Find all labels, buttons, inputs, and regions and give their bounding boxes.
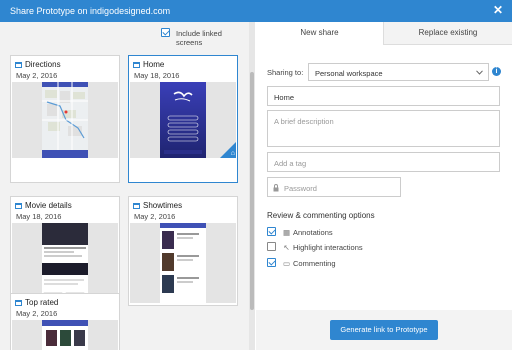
screens-panel: Include linked screens Directions May 2,… (0, 22, 255, 350)
tab-new-share[interactable]: New share (256, 22, 384, 45)
screen-card-directions[interactable]: Directions May 2, 2016 (10, 55, 120, 183)
include-linked-label: Include linked screens (176, 29, 222, 47)
screen-date: May 2, 2016 (16, 309, 58, 318)
password-input[interactable]: Password (267, 177, 401, 197)
screen-card-showtimes[interactable]: Showtimes May 2, 2016 (128, 196, 238, 306)
home-icon: ⌂ (230, 150, 235, 157)
sharing-to-label: Sharing to: (267, 68, 304, 77)
close-icon[interactable]: ✕ (493, 4, 503, 16)
top-rated-thumbnail-image (42, 320, 88, 350)
review-options-title: Review & commenting options (267, 211, 375, 220)
screen-thumbnail: ⌂ (130, 82, 236, 158)
screen-thumbnail (130, 223, 236, 303)
lock-icon (273, 184, 279, 192)
page-icon (15, 300, 22, 306)
home-thumbnail-image (160, 82, 206, 158)
pointer-icon: ↖ (283, 243, 290, 252)
commenting-checkbox[interactable] (267, 258, 276, 267)
highlight-checkbox[interactable] (267, 242, 276, 251)
screen-date: May 2, 2016 (134, 212, 176, 221)
share-footer: Generate link to Prototype (256, 310, 512, 350)
workspace-select[interactable]: Personal workspace (308, 63, 489, 81)
screens-toolbar: Include linked screens (0, 22, 249, 47)
workspace-value: Personal workspace (315, 69, 383, 78)
scrollbar-thumb[interactable] (250, 72, 254, 310)
screen-title: Showtimes (143, 201, 183, 210)
highlight-label: Highlight interactions (293, 243, 363, 252)
screen-card-home[interactable]: Home May 18, 2016 ⌂ (128, 55, 238, 183)
page-icon (15, 203, 22, 209)
screen-thumbnail (12, 223, 118, 303)
password-placeholder: Password (284, 184, 317, 193)
screen-thumbnail (12, 82, 118, 158)
option-commenting[interactable]: ▭ Commenting (267, 258, 336, 268)
screens-scrollbar[interactable] (249, 22, 255, 350)
page-icon (133, 203, 140, 209)
commenting-label: Commenting (293, 259, 336, 268)
option-highlight-interactions[interactable]: ↖ Highlight interactions (267, 242, 363, 252)
screen-title: Home (143, 60, 165, 69)
screen-title: Directions (25, 60, 61, 69)
annotations-label: Annotations (293, 228, 333, 237)
movie-details-thumbnail-image (42, 223, 88, 303)
generate-link-button[interactable]: Generate link to Prototype (330, 320, 438, 340)
screen-date: May 18, 2016 (16, 212, 62, 221)
comment-icon: ▭ (282, 259, 291, 268)
share-tabs: New share Replace existing (256, 22, 512, 45)
map-thumbnail-image (42, 82, 88, 158)
share-panel: New share Replace existing Sharing to: P… (256, 22, 512, 350)
screen-date: May 2, 2016 (16, 71, 58, 80)
tab-replace-existing[interactable]: Replace existing (384, 22, 512, 44)
title-bar: Share Prototype on indigodesigned.com ✕ (0, 0, 512, 22)
include-linked-checkbox[interactable] (161, 28, 170, 37)
page-icon (15, 62, 22, 68)
window-title: Share Prototype on indigodesigned.com (10, 6, 171, 16)
name-input[interactable]: Home (267, 86, 500, 106)
showtimes-thumbnail-image (160, 223, 206, 303)
tag-placeholder: Add a tag (274, 159, 307, 168)
description-placeholder: A brief description (274, 117, 334, 126)
screen-title: Top rated (25, 298, 59, 307)
screen-thumbnail (12, 320, 118, 350)
annotations-checkbox[interactable] (267, 227, 276, 236)
description-input[interactable]: A brief description (267, 110, 500, 147)
screen-card-top-rated[interactable]: Top rated May 2, 2016 (10, 293, 120, 350)
chevron-down-icon (476, 70, 483, 75)
screen-card-movie-details[interactable]: Movie details May 18, 2016 (10, 196, 120, 306)
tag-input[interactable]: Add a tag (267, 152, 500, 172)
page-icon (133, 62, 140, 68)
annotation-icon: ▦ (282, 228, 291, 237)
option-annotations[interactable]: ▦ Annotations (267, 227, 333, 237)
info-icon[interactable]: i (492, 67, 501, 76)
name-value: Home (274, 93, 295, 102)
screen-date: May 18, 2016 (134, 71, 180, 80)
screen-title: Movie details (25, 201, 72, 210)
